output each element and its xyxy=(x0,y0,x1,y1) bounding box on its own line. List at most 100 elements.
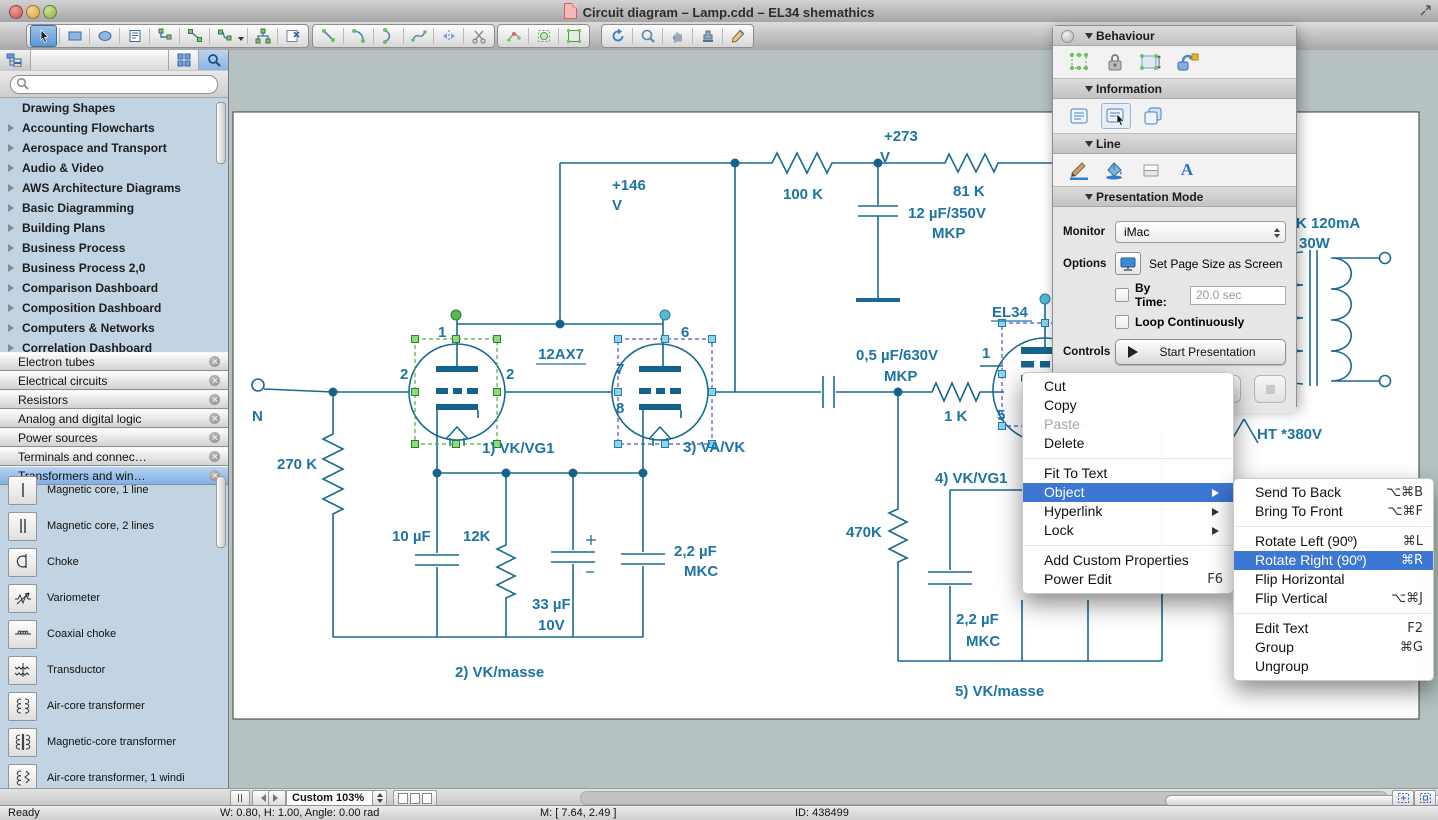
library-item[interactable]: Computers & Networks xyxy=(0,318,228,338)
page-tabs-button[interactable] xyxy=(393,790,437,806)
fill-bucket-icon[interactable] xyxy=(1101,158,1129,182)
monitor-select[interactable]: iMac xyxy=(1115,221,1286,243)
close-icon[interactable] xyxy=(209,451,220,462)
menu-item-copy[interactable]: Copy xyxy=(1023,396,1233,415)
library-item[interactable]: Business Process xyxy=(0,238,228,258)
library-list-scrollbar[interactable] xyxy=(216,102,226,164)
search-input[interactable] xyxy=(10,75,218,94)
text-tool-button[interactable] xyxy=(122,26,147,46)
add-point-tool-button[interactable] xyxy=(501,26,526,46)
scissors-tool-button[interactable] xyxy=(466,26,491,46)
fit-page-button[interactable] xyxy=(1392,790,1414,806)
resize-behaviour-icon[interactable] xyxy=(1137,50,1165,74)
tree-view-button[interactable] xyxy=(0,50,31,70)
delete-shape-tool-button[interactable] xyxy=(280,26,305,46)
zoom-level-select[interactable]: Custom 103% xyxy=(286,790,379,806)
menu-item-rotate-right[interactable]: Rotate Right (90º)⌘R xyxy=(1234,551,1433,570)
menu-item-hyperlink[interactable]: Hyperlink xyxy=(1023,502,1233,521)
set-page-size-button[interactable] xyxy=(1115,252,1141,275)
shape-item[interactable]: Air-core transformer xyxy=(0,688,228,724)
bezier-tool-button[interactable] xyxy=(406,26,431,46)
note-cursor-icon[interactable] xyxy=(1101,103,1131,129)
fullscreen-icon[interactable] xyxy=(1419,4,1432,17)
group-select-tool-button[interactable] xyxy=(561,26,586,46)
library-tab-electrical-circuits[interactable]: Electrical circuits xyxy=(0,371,228,390)
shape-item[interactable]: Magnetic core, 2 lines xyxy=(0,508,228,544)
actual-size-button[interactable] xyxy=(1414,790,1436,806)
presentation-section-header[interactable]: Presentation Mode xyxy=(1053,187,1296,207)
shape-list-scrollbar[interactable] xyxy=(216,476,226,548)
library-item[interactable]: Building Plans xyxy=(0,218,228,238)
loop-checkbox[interactable] xyxy=(1115,315,1129,329)
shape-item[interactable]: Magnetic core, 1 line xyxy=(0,472,228,508)
text-format-icon[interactable]: A xyxy=(1173,158,1201,182)
curve-connector-tool-button[interactable] xyxy=(212,26,237,46)
menu-item-edit-text[interactable]: Edit TextF2 xyxy=(1234,619,1433,638)
search-mode-button[interactable] xyxy=(199,50,228,70)
menu-item-delete[interactable]: Delete xyxy=(1023,434,1233,453)
selection-behaviour-icon[interactable] xyxy=(1065,50,1093,74)
tree-connector-tool-button[interactable] xyxy=(250,26,275,46)
copies-icon[interactable] xyxy=(1139,104,1167,128)
information-section-header[interactable]: Information xyxy=(1053,79,1296,99)
curve-tool-button[interactable] xyxy=(376,26,401,46)
shape-item[interactable]: Magnetic-core transformer xyxy=(0,724,228,760)
shape-item[interactable]: Transductor xyxy=(0,652,228,688)
next-page-button[interactable] xyxy=(268,790,286,806)
close-icon[interactable] xyxy=(209,375,220,386)
menu-item-cut[interactable]: Cut xyxy=(1023,377,1233,396)
library-tab-resistors[interactable]: Resistors xyxy=(0,390,228,409)
rectangle-tool-button[interactable] xyxy=(62,26,87,46)
line-section-header[interactable]: Line xyxy=(1053,134,1296,154)
menu-item-group[interactable]: Group⌘G xyxy=(1234,638,1433,657)
line-tool-button[interactable] xyxy=(316,26,341,46)
direct-connector-tool-button[interactable] xyxy=(182,26,207,46)
menu-item-rotate-left[interactable]: Rotate Left (90º)⌘L xyxy=(1234,532,1433,551)
library-item[interactable]: Composition Dashboard xyxy=(0,298,228,318)
pan-tool-button[interactable] xyxy=(665,26,690,46)
connector-behaviour-icon[interactable] xyxy=(1173,50,1201,74)
behaviour-section-header[interactable]: Behaviour xyxy=(1053,26,1296,46)
split-tool-button[interactable] xyxy=(436,26,461,46)
menu-item-lock[interactable]: Lock xyxy=(1023,521,1233,540)
library-item[interactable]: Basic Diagramming xyxy=(0,198,228,218)
library-tab-power-sources[interactable]: Power sources xyxy=(0,428,228,447)
by-time-checkbox[interactable] xyxy=(1115,288,1129,302)
note-icon[interactable] xyxy=(1065,104,1093,128)
library-item[interactable]: Comparison Dashboard xyxy=(0,278,228,298)
library-item[interactable]: Drawing Shapes xyxy=(0,98,228,118)
transductor-icon[interactable] xyxy=(8,656,37,685)
air-core-transformer-1-winding-icon[interactable] xyxy=(8,764,37,789)
panel-collapse-button[interactable] xyxy=(1061,30,1074,43)
menu-item-bring-to-front[interactable]: Bring To Front⌥⌘F xyxy=(1234,502,1433,521)
magnetic-core-2-lines-icon[interactable] xyxy=(8,512,37,541)
rotate-tool-button[interactable] xyxy=(605,26,630,46)
library-tab-electron-tubes[interactable]: Electron tubes xyxy=(0,352,228,371)
menu-item-add-custom-properties[interactable]: Add Custom Properties xyxy=(1023,551,1233,570)
grid-view-button[interactable] xyxy=(169,50,199,70)
shape-item[interactable]: Air-core transformer, 1 windi xyxy=(0,760,228,788)
library-item[interactable]: Aerospace and Transport xyxy=(0,138,228,158)
library-item[interactable]: AWS Architecture Diagrams xyxy=(0,178,228,198)
menu-item-fit-to-text[interactable]: Fit To Text xyxy=(1023,464,1233,483)
pencil-tool-button[interactable] xyxy=(725,26,750,46)
splitter-button[interactable] xyxy=(230,790,250,806)
choke-icon[interactable] xyxy=(8,548,37,577)
air-core-transformer-icon[interactable] xyxy=(8,692,37,721)
zoom-stepper[interactable] xyxy=(372,790,387,806)
shape-item[interactable]: Coaxial choke xyxy=(0,616,228,652)
menu-item-flip-vertical[interactable]: Flip Vertical⌥⌘J xyxy=(1234,589,1433,608)
stamp-tool-button[interactable] xyxy=(695,26,720,46)
menu-item-send-to-back[interactable]: Send To Back⌥⌘B xyxy=(1234,483,1433,502)
lock-icon[interactable] xyxy=(1101,50,1129,74)
menu-item-power-edit[interactable]: Power EditF6 xyxy=(1023,570,1233,589)
stop-button[interactable] xyxy=(1254,375,1286,403)
by-time-input[interactable] xyxy=(1190,286,1286,305)
ellipse-tool-button[interactable] xyxy=(92,26,117,46)
library-tab-analog-digital[interactable]: Analog and digital logic xyxy=(0,409,228,428)
library-item[interactable]: Accounting Flowcharts xyxy=(0,118,228,138)
smart-connector-tool-button[interactable] xyxy=(152,26,177,46)
arc-tool-button[interactable] xyxy=(346,26,371,46)
select-tool-button[interactable] xyxy=(30,25,57,47)
shape-item[interactable]: Choke xyxy=(0,544,228,580)
